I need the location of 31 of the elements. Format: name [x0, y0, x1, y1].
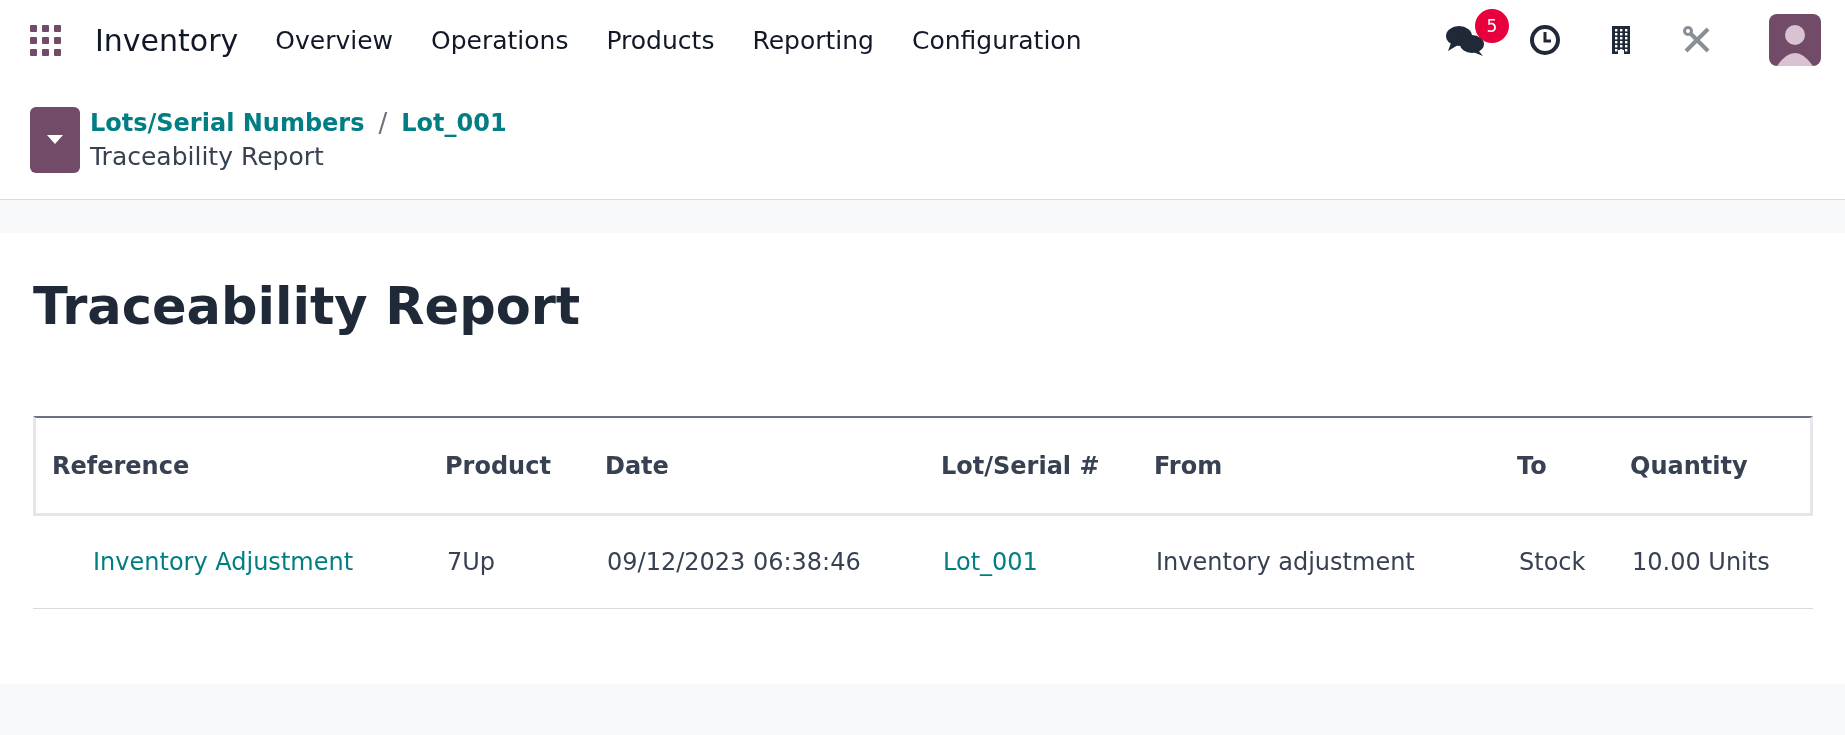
column-header: Date [604, 451, 670, 480]
user-avatar[interactable] [1769, 14, 1821, 66]
table-cell-text: 7Up [446, 548, 497, 576]
dropdown-toggle[interactable] [30, 106, 80, 173]
table-link[interactable]: Inventory Adjustment [33, 548, 423, 576]
menu-item[interactable]: Configuration [892, 19, 1101, 61]
column-header: Quantity [1629, 451, 1749, 480]
table-link[interactable]: Lot_001 [919, 548, 1132, 576]
column-header: Reference [51, 451, 191, 480]
notification-badge: 5 [1475, 9, 1509, 43]
column-header: Lot/Serial # [940, 451, 1101, 480]
report-title: Traceability Report [33, 276, 582, 338]
app-grid-icon[interactable] [28, 23, 62, 57]
menu-item[interactable]: Operations [412, 19, 588, 61]
column-header: From [1153, 451, 1224, 480]
menu-item[interactable]: Overview [256, 19, 412, 61]
column-header: To [1516, 451, 1548, 480]
breadcrumb-separator: / [378, 108, 388, 138]
table-cell-text: 10.00 Units [1631, 548, 1771, 576]
column-header: Product [444, 451, 552, 480]
table-cell-text: Stock [1518, 548, 1587, 576]
app-name[interactable]: Inventory [95, 22, 239, 58]
menu-item[interactable]: Products [587, 19, 734, 61]
clock-icon[interactable] [1529, 24, 1561, 56]
breadcrumb-link[interactable]: Lots/Serial Numbers [90, 109, 365, 137]
breadcrumb-current: Traceability Report [90, 142, 325, 171]
table-cell-text: 09/12/2023 06:38:46 [606, 548, 862, 576]
breadcrumb-link[interactable]: Lot_001 [401, 109, 507, 137]
table-cell-text: Inventory adjustment [1155, 548, 1416, 576]
menu-item[interactable]: Reporting [733, 19, 893, 61]
caret-icon [47, 134, 63, 145]
